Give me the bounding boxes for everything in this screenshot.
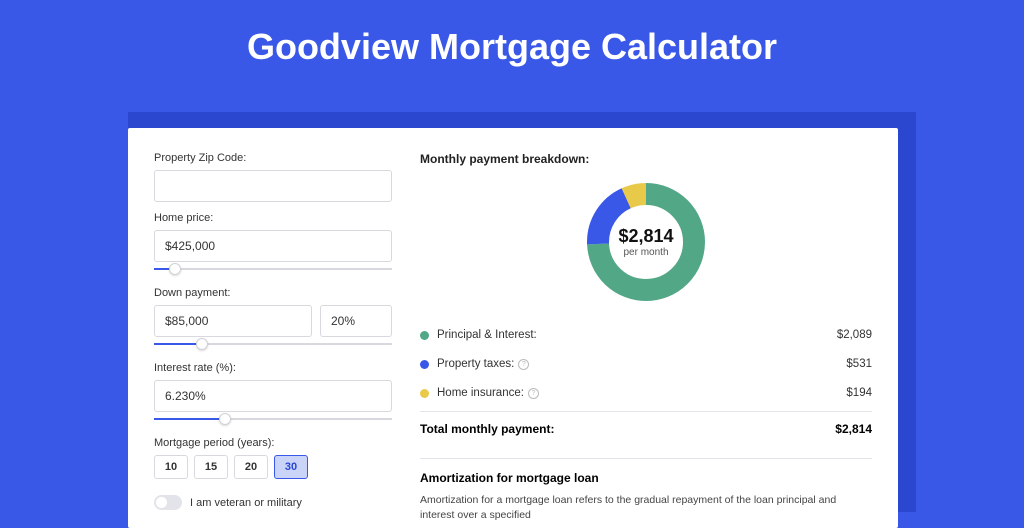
period-btn-10[interactable]: 10: [154, 455, 188, 479]
legend-value: $194: [846, 387, 872, 399]
info-icon[interactable]: ?: [518, 359, 529, 370]
down-amount-input[interactable]: [154, 305, 312, 337]
donut-center: $2,814 per month: [582, 178, 710, 306]
total-value: $2,814: [835, 422, 872, 436]
dot-icon: [420, 331, 429, 340]
total-label: Total monthly payment:: [420, 422, 835, 436]
page-title: Goodview Mortgage Calculator: [0, 0, 1024, 86]
veteran-toggle[interactable]: [154, 495, 182, 510]
form-column: Property Zip Code: Home price: Down paym…: [154, 152, 392, 504]
period-btn-15[interactable]: 15: [194, 455, 228, 479]
dot-icon: [420, 389, 429, 398]
info-icon[interactable]: ?: [528, 388, 539, 399]
calculator-card: Property Zip Code: Home price: Down paym…: [128, 128, 898, 528]
rate-label: Interest rate (%):: [154, 362, 392, 374]
zip-label: Property Zip Code:: [154, 152, 392, 164]
total-row: Total monthly payment: $2,814: [420, 411, 872, 446]
period-btn-30[interactable]: 30: [274, 455, 308, 479]
toggle-knob: [156, 497, 167, 508]
period-btn-20[interactable]: 20: [234, 455, 268, 479]
legend-row-principal: Principal & Interest: $2,089: [420, 320, 872, 349]
breakdown-column: Monthly payment breakdown: $2,814 per mo…: [420, 152, 872, 504]
legend-value: $531: [846, 358, 872, 370]
legend-label: Property taxes: ?: [437, 358, 846, 370]
rate-input[interactable]: [154, 380, 392, 412]
donut-sub: per month: [623, 247, 668, 258]
period-options: 10 15 20 30: [154, 455, 392, 479]
amortization-section: Amortization for mortgage loan Amortizat…: [420, 458, 872, 522]
down-percent-input[interactable]: [320, 305, 392, 337]
legend-label: Home insurance: ?: [437, 387, 846, 399]
breakdown-title: Monthly payment breakdown:: [420, 152, 872, 166]
amort-text: Amortization for a mortgage loan refers …: [420, 493, 872, 522]
legend-value: $2,089: [837, 329, 872, 341]
down-label: Down payment:: [154, 287, 392, 299]
veteran-label: I am veteran or military: [190, 497, 302, 509]
legend-label: Principal & Interest:: [437, 329, 837, 341]
donut-chart: $2,814 per month: [582, 178, 710, 306]
donut-chart-wrap: $2,814 per month: [420, 178, 872, 306]
zip-input[interactable]: [154, 170, 392, 202]
down-slider[interactable]: [154, 338, 392, 352]
veteran-row: I am veteran or military: [154, 495, 392, 510]
amort-title: Amortization for mortgage loan: [420, 471, 872, 485]
legend-row-taxes: Property taxes: ? $531: [420, 349, 872, 378]
dot-icon: [420, 360, 429, 369]
rate-slider[interactable]: [154, 413, 392, 427]
price-slider[interactable]: [154, 263, 392, 277]
period-label: Mortgage period (years):: [154, 437, 392, 449]
price-input[interactable]: [154, 230, 392, 262]
donut-amount: $2,814: [618, 226, 673, 247]
price-label: Home price:: [154, 212, 392, 224]
legend-row-insurance: Home insurance: ? $194: [420, 378, 872, 407]
